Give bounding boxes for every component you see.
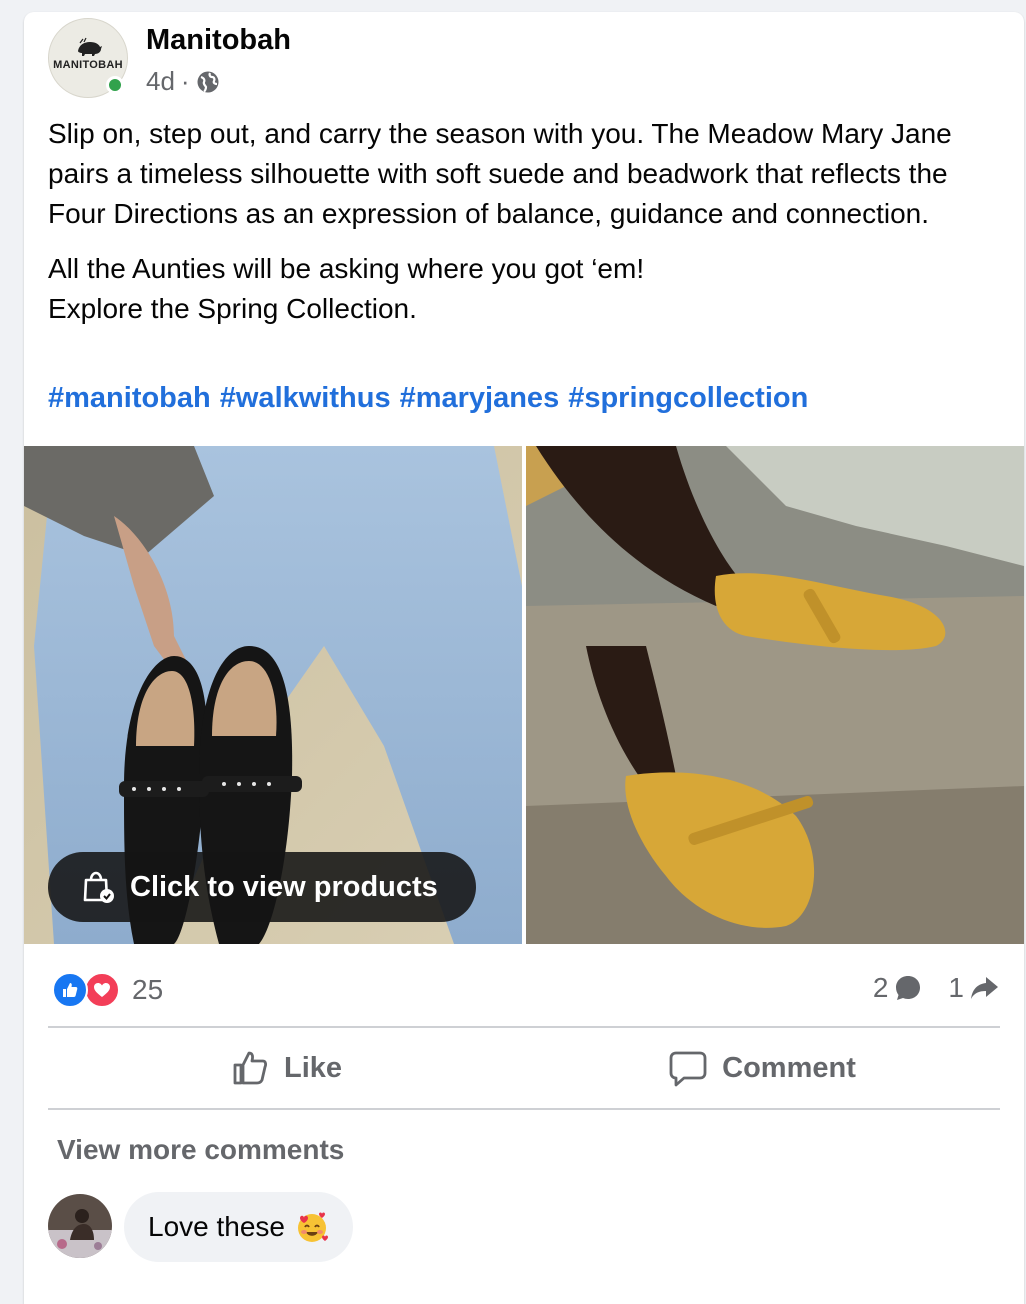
globe-icon[interactable] bbox=[196, 70, 220, 94]
hashtag-link[interactable]: #maryjanes bbox=[400, 382, 560, 414]
photo-black-shoes[interactable]: Click to view products bbox=[24, 446, 522, 944]
divider bbox=[48, 1108, 1000, 1110]
post-paragraph-1: Slip on, step out, and carry the season … bbox=[48, 118, 952, 229]
view-more-comments-link[interactable]: View more comments bbox=[57, 1134, 344, 1166]
like-label: Like bbox=[283, 1051, 343, 1084]
hashtag-link[interactable]: #walkwithus bbox=[220, 382, 391, 414]
meta-separator: · bbox=[180, 66, 190, 96]
like-reaction-icon bbox=[52, 972, 88, 1008]
share-arrow-icon bbox=[971, 977, 998, 999]
shopping-bag-icon bbox=[83, 871, 114, 903]
comment-item: Love these bbox=[48, 1192, 988, 1262]
reaction-count: 25 bbox=[132, 974, 164, 1005]
view-products-button[interactable]: Click to view products bbox=[48, 852, 476, 922]
commenter-photo bbox=[48, 1194, 112, 1258]
post-stats: 25 2 1 bbox=[48, 968, 1000, 1012]
thumbs-up-icon bbox=[233, 1051, 267, 1085]
view-products-label: Click to view products bbox=[130, 870, 438, 903]
page-name[interactable]: Manitobah bbox=[146, 24, 291, 57]
comment-count: 2 bbox=[872, 972, 889, 1003]
like-button[interactable]: Like bbox=[48, 1036, 524, 1100]
engagement-counts: 2 1 bbox=[873, 972, 1000, 1004]
post-paragraph-3: Explore the Spring Collection. bbox=[48, 293, 417, 324]
love-reaction-icon bbox=[84, 972, 120, 1008]
comment-count-link[interactable]: 2 bbox=[873, 972, 925, 1004]
post-meta: 4d · bbox=[146, 66, 220, 97]
post-time[interactable]: 4d bbox=[146, 66, 175, 97]
online-status-dot bbox=[106, 76, 124, 94]
photo-yellow-shoes[interactable] bbox=[526, 446, 1024, 944]
yellow-mary-jane-photo bbox=[526, 446, 1024, 944]
hashtag-link[interactable]: #springcollection bbox=[568, 382, 808, 414]
comment-button[interactable]: Comment bbox=[524, 1036, 1000, 1100]
comment-text: Love these bbox=[148, 1211, 285, 1242]
post-header: MANITOBAH Manitobah 4d · bbox=[48, 18, 998, 98]
hashtag-link[interactable]: #manitobah bbox=[48, 382, 211, 414]
photo-grid: Click to view products bbox=[24, 446, 1024, 944]
bison-logo-icon bbox=[78, 37, 102, 56]
post-actions: Like Comment bbox=[48, 1028, 1000, 1108]
comment-bubble[interactable]: Love these bbox=[124, 1192, 353, 1262]
commenter-avatar[interactable] bbox=[48, 1194, 112, 1258]
comment-icon bbox=[669, 1051, 707, 1087]
comment-bubble-icon bbox=[896, 976, 921, 1000]
hashtags: #manitobah #walkwithus #maryjanes #springco… bbox=[48, 382, 817, 415]
page-avatar[interactable]: MANITOBAH bbox=[48, 18, 128, 98]
post-text: Slip on, step out, and carry the season … bbox=[48, 114, 988, 329]
post-card: MANITOBAH Manitobah 4d · Slip on, step o… bbox=[24, 12, 1024, 1304]
comment-label: Comment bbox=[722, 1051, 856, 1084]
smiling-face-with-hearts-icon bbox=[298, 1212, 328, 1242]
logo-text: MANITOBAH bbox=[53, 59, 123, 71]
reactions-summary[interactable]: 25 bbox=[52, 972, 163, 1008]
share-count-link[interactable]: 1 bbox=[948, 972, 1000, 1004]
share-count: 1 bbox=[948, 972, 964, 1003]
post-paragraph-2: All the Aunties will be asking where you… bbox=[48, 253, 645, 284]
